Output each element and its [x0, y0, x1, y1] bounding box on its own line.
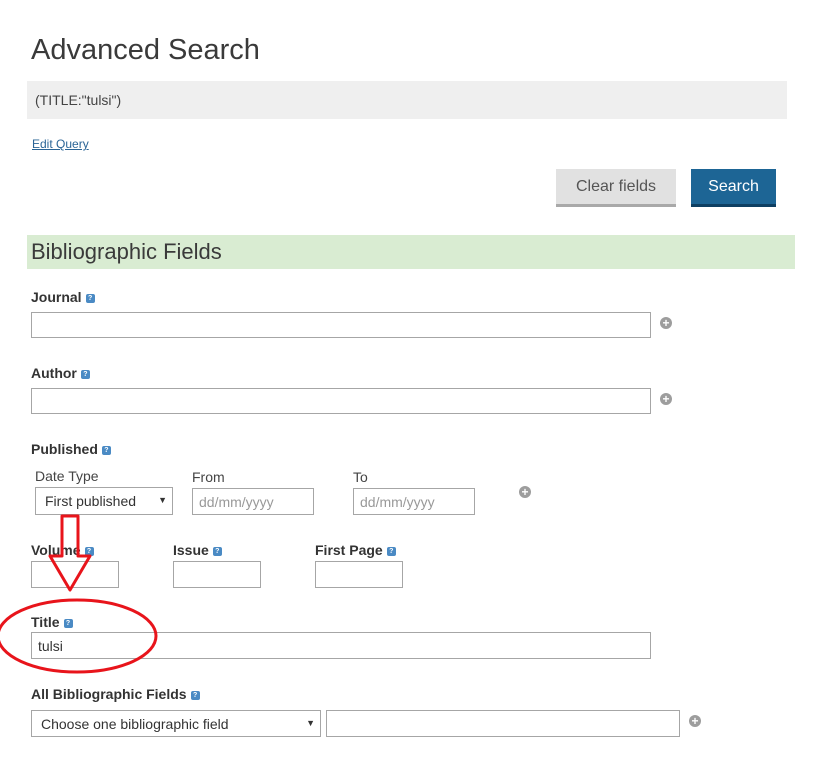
volume-label-text: Volume — [31, 542, 81, 558]
to-label: To — [353, 469, 368, 485]
page-title: Advanced Search — [31, 34, 260, 66]
help-icon[interactable]: ? — [85, 293, 95, 303]
query-display: (TITLE:"tulsi") — [27, 81, 787, 119]
add-journal-row-plus-icon[interactable]: + — [660, 317, 672, 329]
bib-field-select-value: Choose one bibliographic field — [41, 716, 229, 732]
add-date-row-plus-icon[interactable]: + — [519, 486, 531, 498]
clear-fields-button[interactable]: Clear fields — [556, 169, 676, 207]
first-page-input[interactable] — [315, 561, 403, 588]
help-icon[interactable]: ? — [190, 690, 200, 700]
from-label: From — [192, 469, 225, 485]
add-author-row-plus-icon[interactable]: + — [660, 393, 672, 405]
first-page-label: First Page? — [315, 542, 396, 558]
chevron-down-icon: ▼ — [158, 495, 167, 505]
help-icon[interactable]: ? — [63, 618, 73, 628]
help-icon[interactable]: ? — [80, 369, 90, 379]
author-input[interactable] — [31, 388, 651, 414]
published-label-text: Published — [31, 441, 98, 457]
help-icon[interactable]: ? — [386, 546, 396, 556]
from-date-input[interactable] — [192, 488, 314, 515]
bib-field-select[interactable]: Choose one bibliographic field ▼ — [31, 710, 321, 737]
to-date-input[interactable] — [353, 488, 475, 515]
first-page-label-text: First Page — [315, 542, 383, 558]
title-label-text: Title — [31, 614, 60, 630]
all-bib-label-text: All Bibliographic Fields — [31, 686, 187, 702]
title-label: Title? — [31, 614, 73, 630]
journal-label-text: Journal — [31, 289, 82, 305]
all-bib-input[interactable] — [326, 710, 680, 737]
journal-input[interactable] — [31, 312, 651, 338]
help-icon[interactable]: ? — [212, 546, 222, 556]
search-button[interactable]: Search — [691, 169, 776, 207]
date-type-select[interactable]: First published ▼ — [35, 487, 173, 515]
published-label: Published? — [31, 441, 111, 457]
journal-label: Journal? — [31, 289, 95, 305]
issue-label-text: Issue — [173, 542, 209, 558]
chevron-down-icon: ▼ — [306, 718, 315, 728]
title-input[interactable] — [31, 632, 651, 659]
help-icon[interactable]: ? — [101, 445, 111, 455]
help-icon[interactable]: ? — [84, 546, 94, 556]
all-bib-label: All Bibliographic Fields? — [31, 686, 200, 702]
add-bib-row-plus-icon[interactable]: + — [689, 715, 701, 727]
volume-input[interactable] — [31, 561, 119, 588]
date-type-label: Date Type — [35, 468, 99, 484]
edit-query-link[interactable]: Edit Query — [32, 137, 89, 151]
section-title: Bibliographic Fields — [31, 239, 222, 264]
issue-input[interactable] — [173, 561, 261, 588]
issue-label: Issue? — [173, 542, 222, 558]
volume-label: Volume? — [31, 542, 94, 558]
date-type-value: First published — [45, 493, 137, 509]
author-label: Author? — [31, 365, 90, 381]
query-text: (TITLE:"tulsi") — [35, 92, 122, 108]
section-header: Bibliographic Fields — [27, 235, 795, 269]
author-label-text: Author — [31, 365, 77, 381]
